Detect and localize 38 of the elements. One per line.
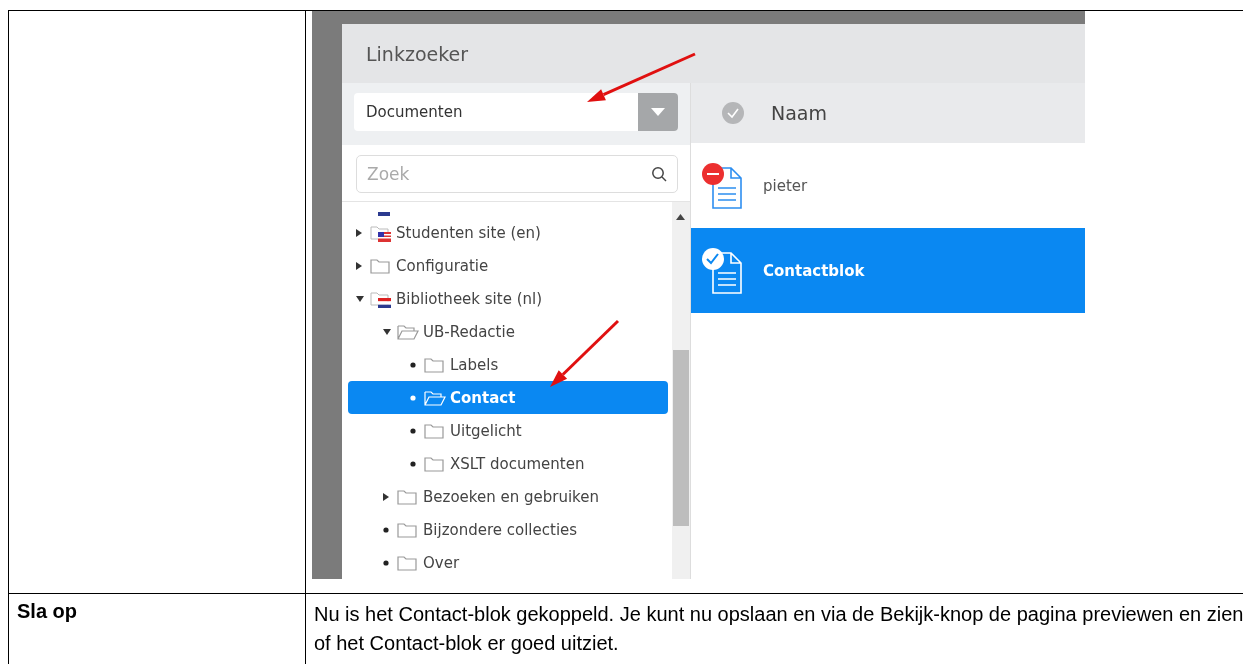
tree-item[interactable]: Bijzondere collecties (348, 513, 668, 546)
bullet-icon (383, 559, 389, 566)
collapsed-caret-icon[interactable] (356, 261, 362, 270)
expanded-caret-icon[interactable] (356, 295, 364, 302)
bullet-icon (410, 361, 416, 368)
tree-item[interactable]: Labels (348, 348, 668, 381)
flag-icon (376, 212, 392, 217)
caret-icon (651, 108, 665, 116)
column-header[interactable]: Naam (771, 102, 827, 124)
bullet-icon (410, 427, 416, 434)
file-name: pieter (763, 176, 808, 195)
tree-item[interactable]: Uitgelicht (348, 414, 668, 447)
bullet-icon (410, 394, 416, 401)
search-field[interactable]: Zoek (356, 155, 678, 193)
file-row[interactable]: Contactblok (691, 228, 1085, 313)
tree-item[interactable]: Studenten site (en) (348, 216, 668, 249)
scroll-up-icon (676, 214, 685, 220)
table-cell: Sla op (8, 593, 306, 664)
tree-item[interactable]: Contact (348, 381, 668, 414)
tree-item[interactable]: Configuratie (348, 249, 668, 282)
file-row[interactable]: pieter (691, 143, 1085, 228)
select-all-check-icon[interactable] (721, 101, 745, 125)
tree-item[interactable]: UB-Redactie (348, 315, 668, 348)
dialog-title: Linkzoeker (366, 42, 469, 65)
collapsed-caret-icon[interactable] (383, 492, 389, 501)
file-name: Contactblok (763, 261, 865, 280)
scrollbar[interactable] (672, 202, 690, 579)
source-dropdown[interactable]: Documenten (354, 93, 678, 131)
collapsed-caret-icon[interactable] (356, 228, 362, 237)
tree-item[interactable]: Over (348, 546, 668, 579)
tree-item[interactable]: Bibliotheek site (nl) (348, 282, 668, 315)
bullet-icon (383, 526, 389, 533)
search-icon (651, 166, 667, 182)
tree-item[interactable]: XSLT documenten (348, 447, 668, 480)
instruction-text: Nu is het Contact-blok gekoppeld. Je kunt nu opslaan en via de Bekijk-knop de pagina previewen en zien of het Contact-blok er goed uitziet. (314, 602, 1243, 656)
expanded-caret-icon[interactable] (383, 328, 391, 335)
bullet-icon (410, 460, 416, 467)
tree-item[interactable]: Bezoeken en gebruiken (348, 480, 668, 513)
